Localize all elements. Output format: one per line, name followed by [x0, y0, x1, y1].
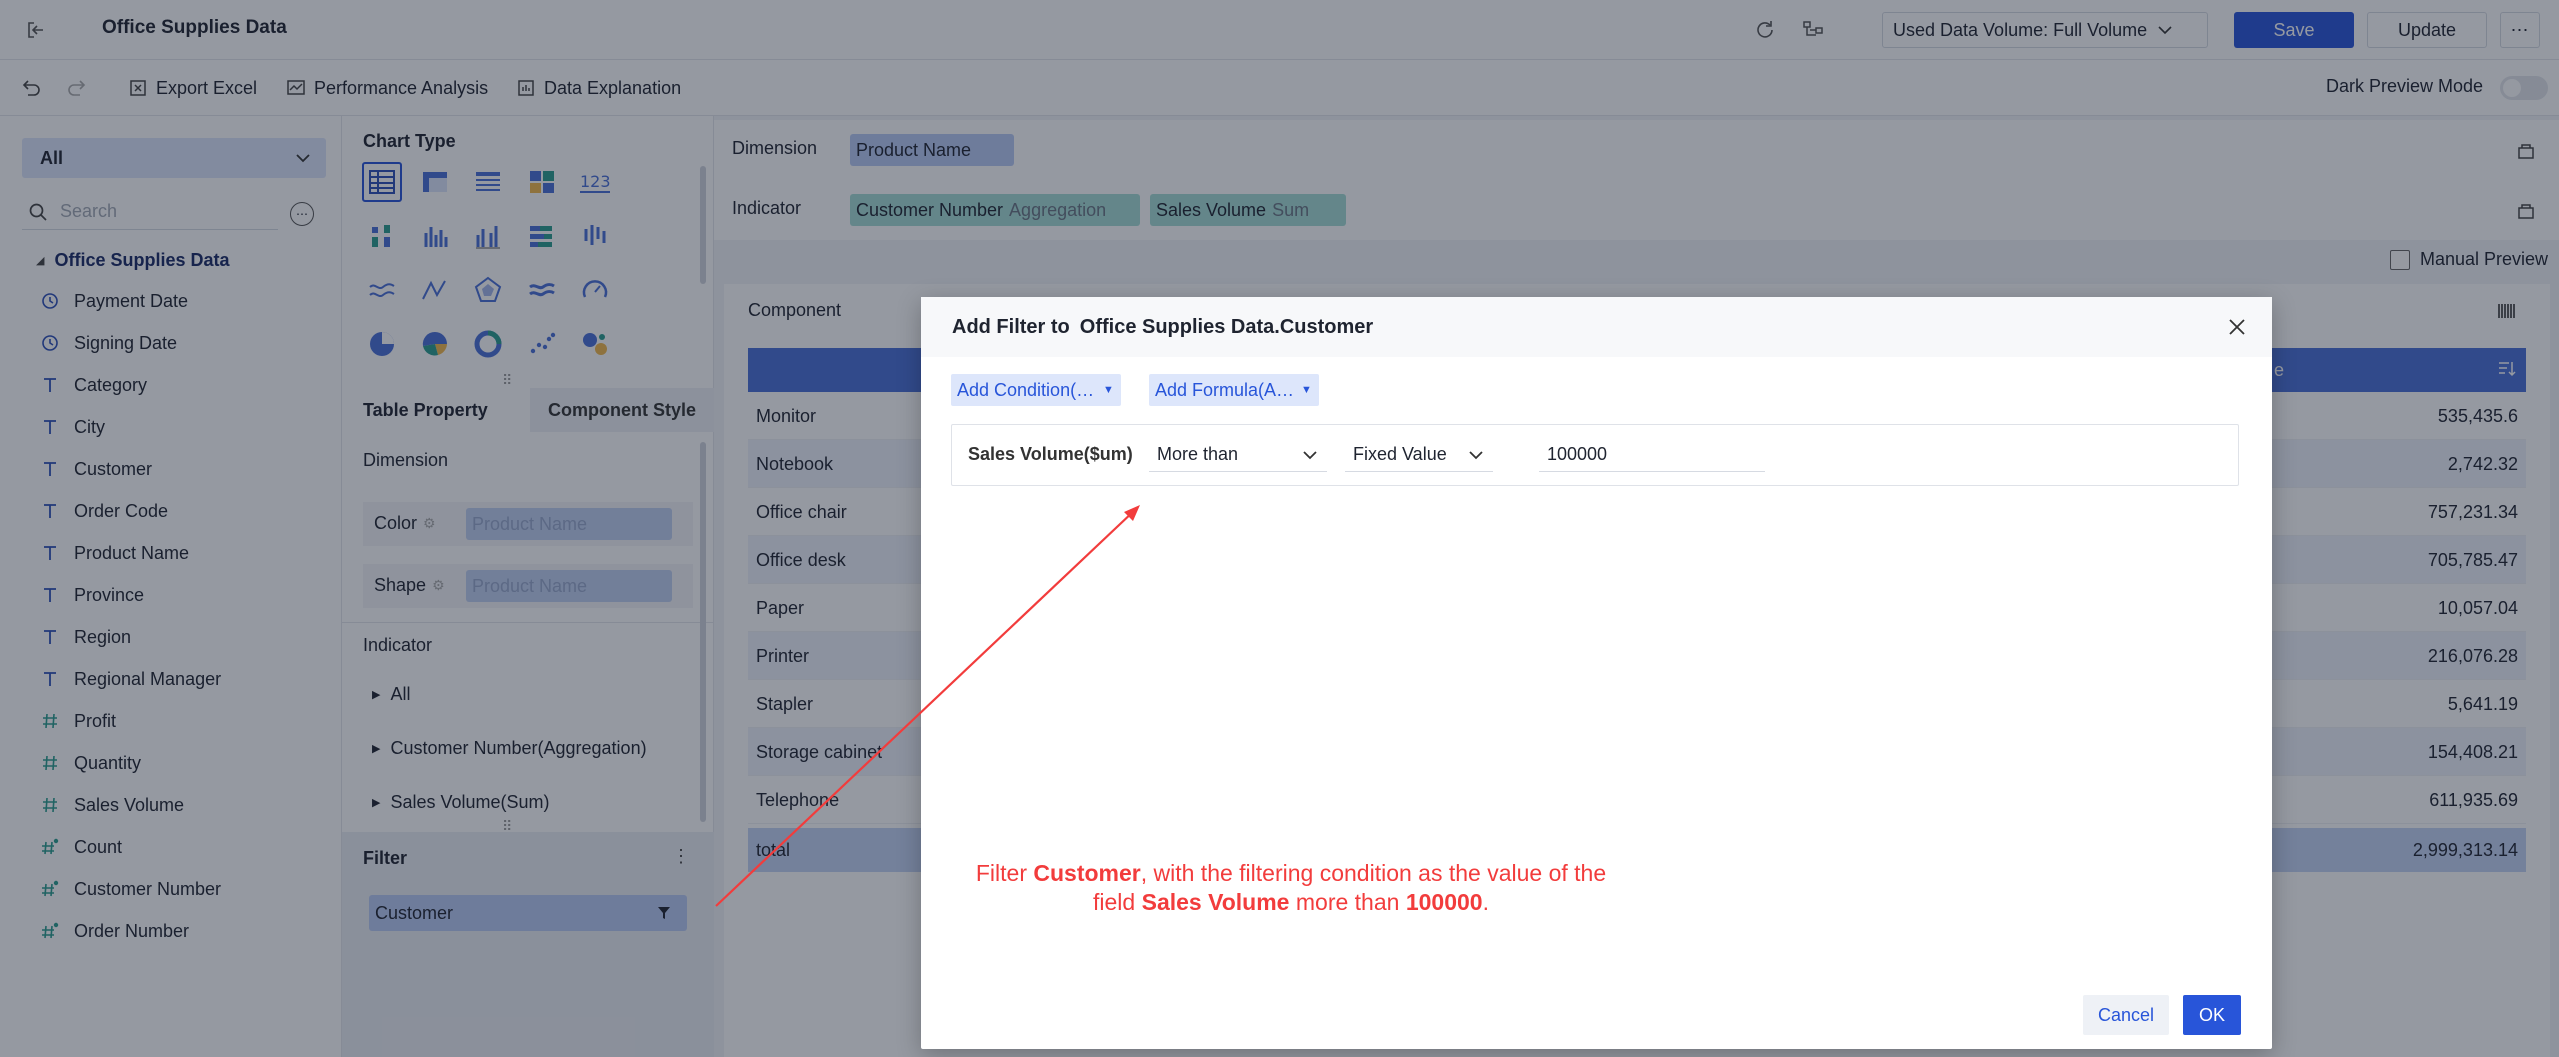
annotation-arrow-line [715, 508, 1137, 907]
annotation-arrow [715, 505, 1140, 907]
